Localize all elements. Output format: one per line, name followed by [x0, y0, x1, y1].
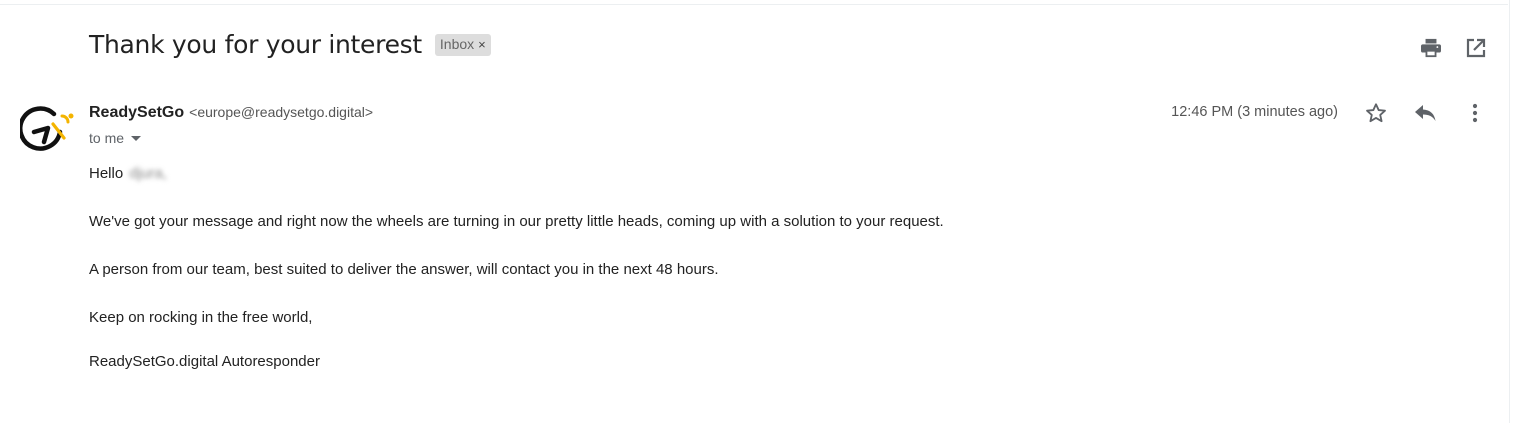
- inbox-label-chip[interactable]: Inbox ×: [434, 33, 491, 56]
- sender-name[interactable]: ReadySetGo: [89, 104, 184, 122]
- top-divider: [0, 4, 1508, 5]
- recipient-text: to me: [89, 130, 125, 146]
- email-paragraph-2: A person from our team, best suited to d…: [89, 261, 719, 278]
- recipient-details-toggle[interactable]: to me: [89, 130, 142, 146]
- email-paragraph-1: We've got your message and right now the…: [89, 213, 944, 230]
- email-subject: Thank you for your interest: [89, 30, 422, 59]
- message-timestamp: 12:46 PM (3 minutes ago): [1171, 104, 1338, 120]
- star-icon: [1366, 103, 1386, 123]
- open-in-new-window-icon: [1466, 38, 1486, 58]
- open-new-window-button[interactable]: [1464, 36, 1488, 60]
- reply-icon: [1415, 105, 1436, 121]
- greeting-text: Hello: [89, 165, 124, 182]
- sender-avatar[interactable]: [18, 102, 76, 152]
- print-all-button[interactable]: [1419, 36, 1443, 60]
- print-icon: [1421, 38, 1441, 58]
- more-vertical-icon: [1472, 103, 1478, 123]
- label-chip-text: Inbox: [439, 36, 475, 52]
- remove-label-button[interactable]: ×: [478, 37, 486, 52]
- chevron-down-icon: [131, 135, 142, 141]
- more-actions-button[interactable]: [1463, 101, 1487, 125]
- sender-line: ReadySetGo <europe@readysetgo.digital>: [89, 104, 373, 122]
- redacted-recipient-name: djura,: [129, 165, 167, 182]
- email-view: Thank you for your interest Inbox × Read…: [0, 0, 1530, 423]
- subject-row: Thank you for your interest Inbox ×: [89, 30, 491, 59]
- sender-email: <europe@readysetgo.digital>: [189, 104, 374, 120]
- star-button[interactable]: [1364, 101, 1388, 125]
- reply-button[interactable]: [1413, 101, 1437, 125]
- email-paragraph-3: Keep on rocking in the free world,: [89, 309, 313, 326]
- email-greeting: Hello djura,: [89, 165, 167, 182]
- email-signature: ReadySetGo.digital Autoresponder: [89, 353, 320, 370]
- right-divider: [1509, 0, 1510, 423]
- readysetgo-logo-icon: [18, 106, 74, 151]
